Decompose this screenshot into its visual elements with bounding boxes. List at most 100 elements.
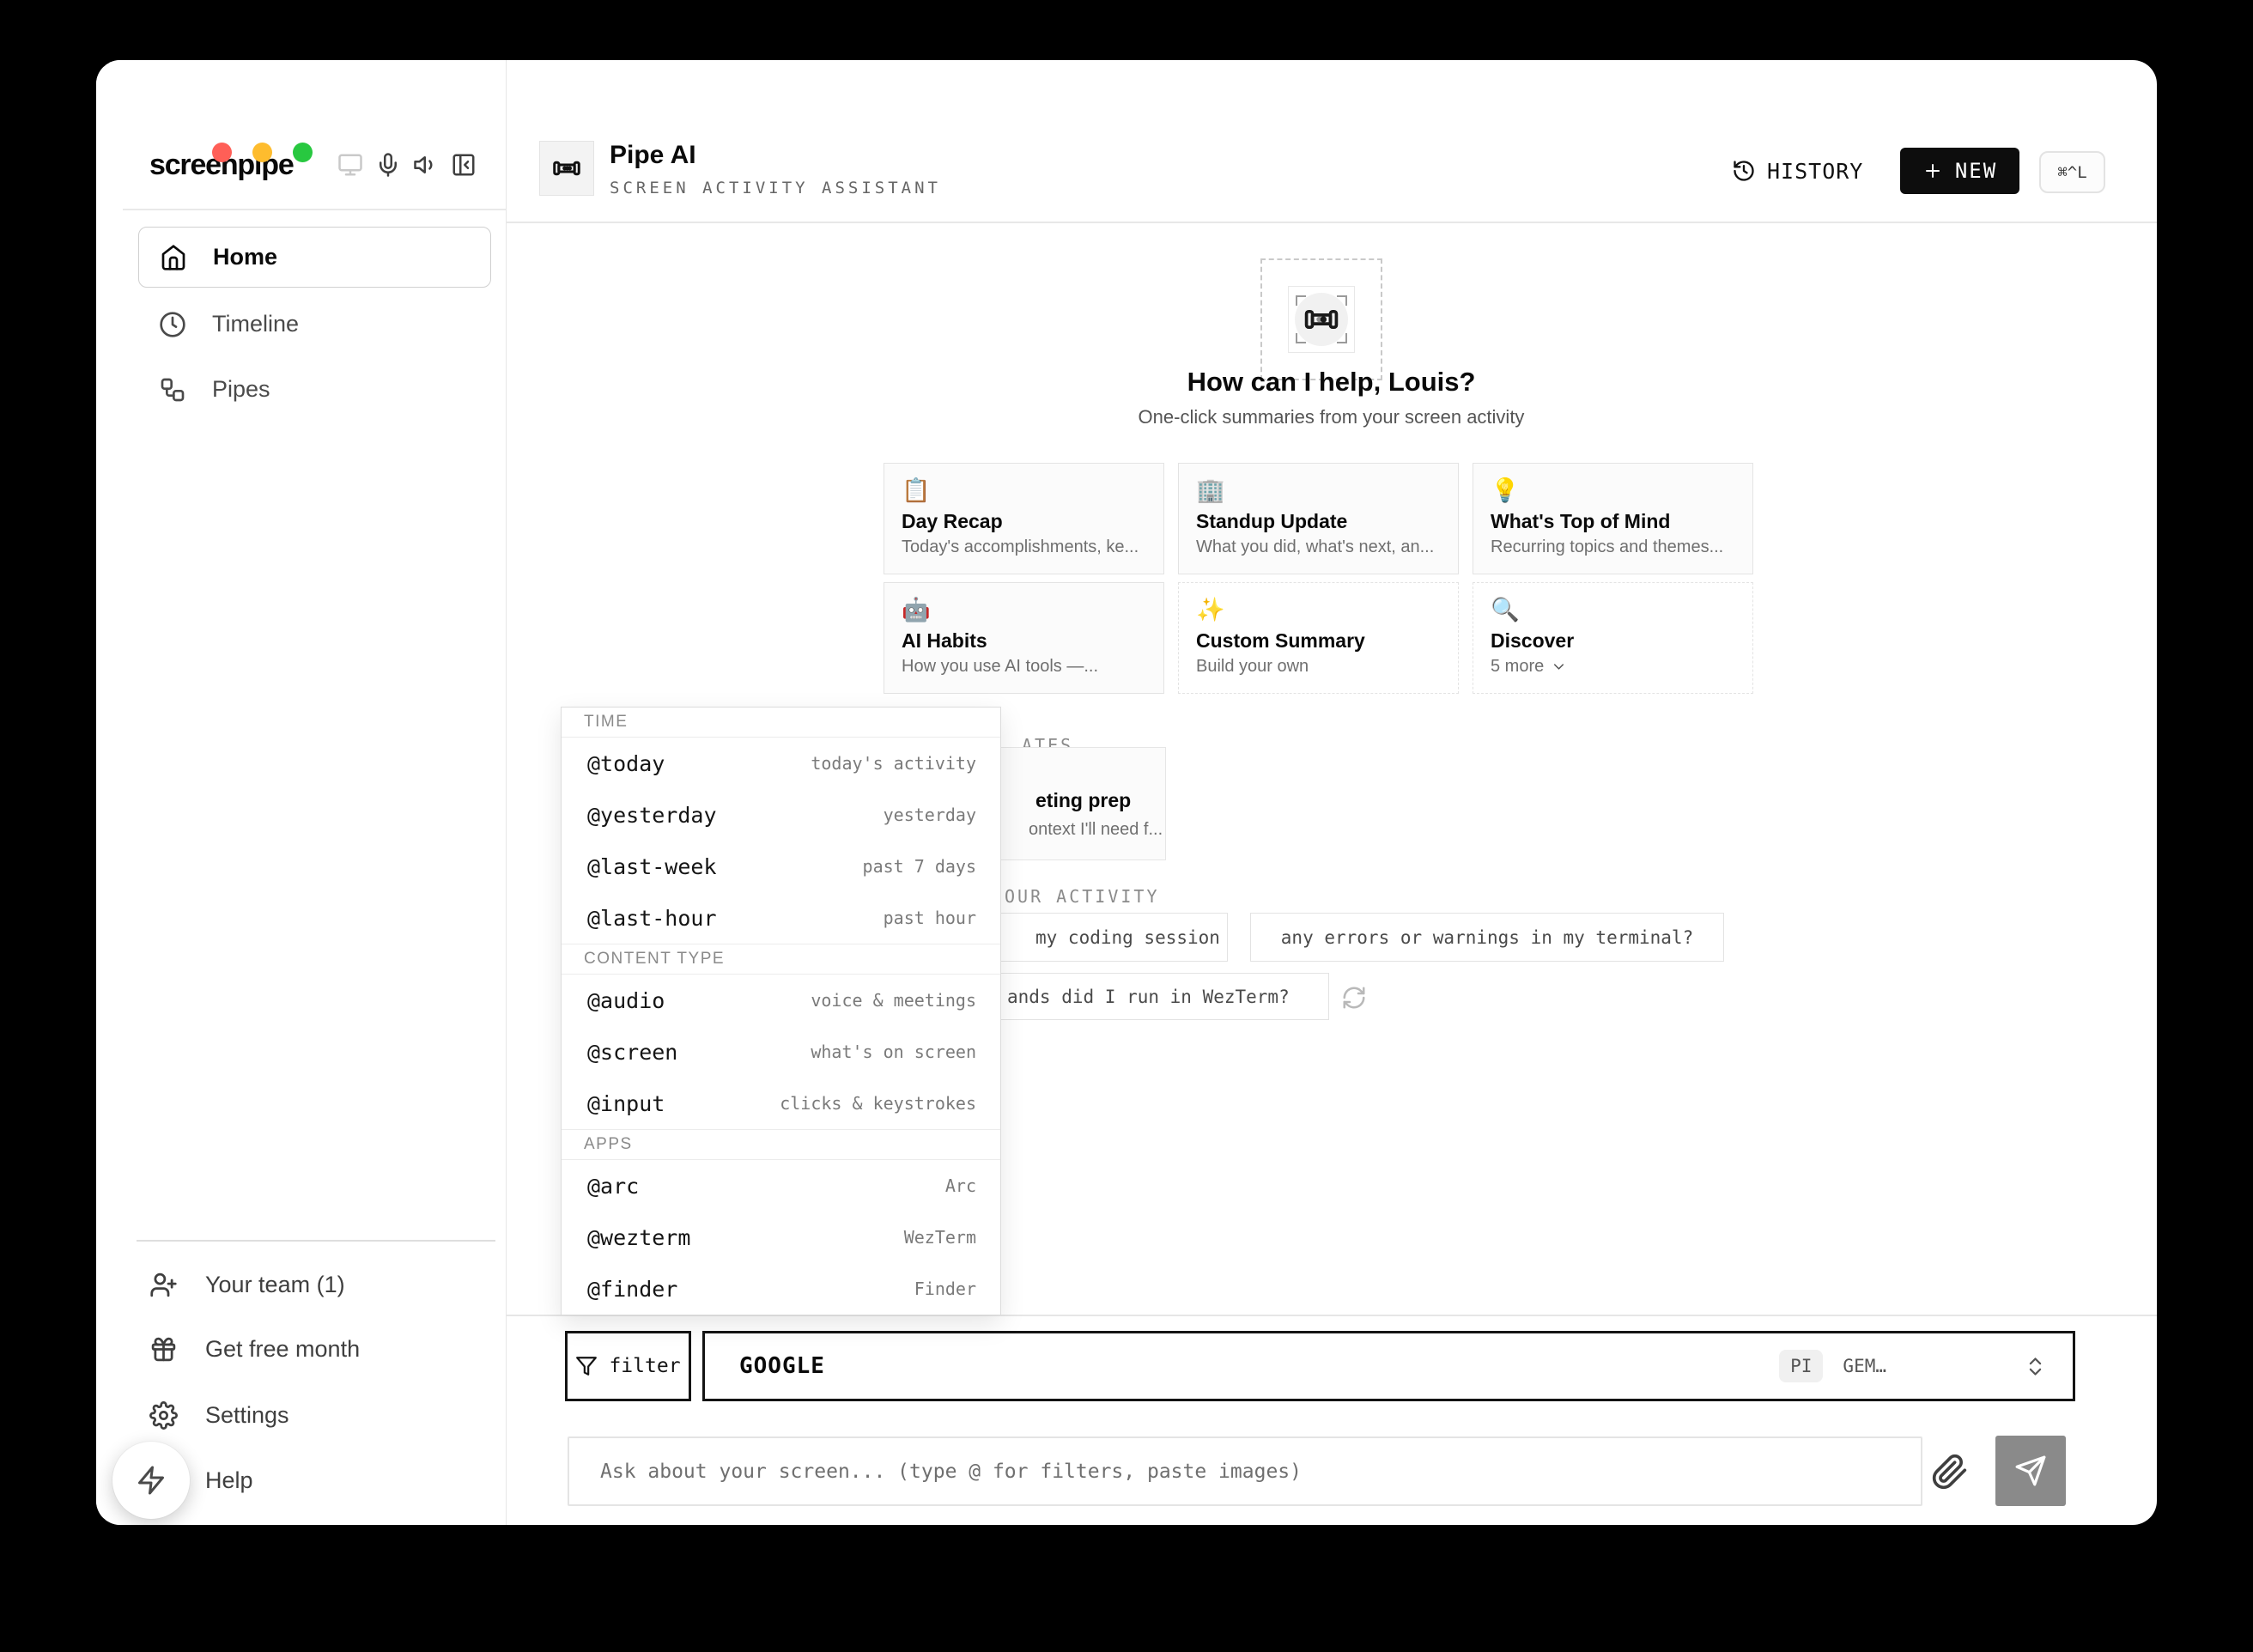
filter-section-apps: APPS @arcArc @weztermWezTerm @finderFind…: [562, 1129, 1000, 1315]
card-description: What you did, what's next, an...: [1196, 538, 1441, 557]
paperclip-icon: [1931, 1453, 1969, 1491]
summary-card-grid: 📋 Day Recap Today's accomplishments, ke.…: [884, 463, 1768, 694]
attach-file-button[interactable]: [1931, 1453, 1969, 1491]
suggestion-chip[interactable]: any errors or warnings in my terminal?: [1250, 913, 1724, 962]
card-standup-update[interactable]: 🏢 Standup Update What you did, what's ne…: [1178, 463, 1459, 574]
chevron-down-icon: [1551, 659, 1567, 675]
chevrons-up-down-icon: [2024, 1355, 2047, 1378]
filter-section-header: CONTENT TYPE: [562, 944, 1000, 975]
pipe-icon: [551, 153, 582, 184]
filter-option-wezterm[interactable]: @weztermWezTerm: [562, 1212, 1000, 1263]
card-description: Build your own: [1196, 657, 1441, 677]
robot-emoji-icon: 🤖: [902, 595, 1146, 624]
monitor-icon[interactable]: [337, 152, 363, 178]
history-button[interactable]: HISTORY: [1732, 148, 1863, 194]
assistant-avatar: [539, 141, 594, 196]
send-icon: [2014, 1455, 2047, 1487]
minimize-window-button[interactable]: [252, 143, 272, 162]
sidebar-item-label: Home: [213, 244, 277, 270]
model-selector[interactable]: PI GEM…: [1779, 1350, 2073, 1382]
gift-icon: [149, 1335, 178, 1364]
card-title: Discover: [1491, 629, 1735, 653]
card-day-recap[interactable]: 📋 Day Recap Today's accomplishments, ke.…: [884, 463, 1164, 574]
keyboard-shortcut-badge: ⌘^L: [2039, 151, 2105, 193]
filter-option-today[interactable]: @todaytoday's activity: [562, 738, 1000, 789]
card-title: AI Habits: [902, 629, 1146, 653]
filter-option-audio[interactable]: @audiovoice & meetings: [562, 975, 1000, 1026]
sparkles-emoji-icon: ✨: [1196, 595, 1441, 624]
pipe-icon: [1303, 301, 1340, 338]
send-button[interactable]: [1995, 1436, 2066, 1506]
refresh-suggestions-icon[interactable]: [1341, 985, 1367, 1011]
topbar-divider: [506, 222, 2157, 223]
assistant-hero-icon: [1260, 258, 1382, 380]
history-icon: [1732, 159, 1756, 183]
filter-section-header: APPS: [562, 1130, 1000, 1160]
traffic-lights: [212, 143, 313, 162]
card-title: Day Recap: [902, 510, 1146, 533]
filter-section-time: TIME @todaytoday's activity @yesterdayye…: [562, 708, 1000, 944]
sidebar-item-get-free-month[interactable]: Get free month: [149, 1323, 493, 1375]
query-value[interactable]: GOOGLE: [739, 1353, 825, 1379]
card-title: Custom Summary: [1196, 629, 1441, 653]
gear-icon: [149, 1401, 178, 1430]
sidebar-item-home[interactable]: Home: [138, 227, 491, 288]
close-window-button[interactable]: [212, 143, 232, 162]
card-description: How you use AI tools —...: [902, 657, 1146, 677]
magnifier-emoji-icon: 🔍: [1491, 595, 1735, 624]
sidebar-footer-divider: [137, 1240, 495, 1242]
filter-option-arc[interactable]: @arcArc: [562, 1160, 1000, 1212]
zoom-window-button[interactable]: [293, 143, 313, 162]
query-bar[interactable]: GOOGLE PI GEM…: [702, 1331, 2075, 1401]
card-title: What's Top of Mind: [1491, 510, 1735, 533]
card-whats-top-of-mind[interactable]: 💡 What's Top of Mind Recurring topics an…: [1473, 463, 1753, 574]
sidebar-divider: [123, 209, 506, 210]
page-title: Pipe AI: [610, 141, 696, 170]
sidebar-item-your-team[interactable]: Your team (1): [149, 1259, 493, 1310]
card-title: Standup Update: [1196, 510, 1441, 533]
sidebar: screenpipe Home Timeline Pipes Your team…: [96, 60, 507, 1525]
sidebar-item-pipes[interactable]: Pipes: [138, 359, 491, 420]
filter-option-input[interactable]: @inputclicks & keystrokes: [562, 1078, 1000, 1129]
greeting-heading: How can I help, Louis?: [506, 367, 2157, 398]
microphone-icon[interactable]: [375, 152, 401, 178]
plus-icon: [1922, 161, 1943, 181]
sidebar-item-timeline[interactable]: Timeline: [138, 294, 491, 355]
filter-option-last-week[interactable]: @last-weekpast 7 days: [562, 841, 1000, 892]
sidebar-item-help[interactable]: Help: [149, 1455, 493, 1506]
quick-action-fab[interactable]: [112, 1442, 190, 1519]
page-subtitle: SCREEN ACTIVITY ASSISTANT: [610, 179, 941, 197]
filter-option-finder[interactable]: @finderFinder: [562, 1263, 1000, 1315]
new-chat-button[interactable]: NEW: [1900, 148, 2019, 194]
speaker-icon[interactable]: [413, 152, 439, 178]
card-custom-summary[interactable]: ✨ Custom Summary Build your own: [1178, 582, 1459, 694]
building-emoji-icon: 🏢: [1196, 476, 1441, 505]
sidebar-item-settings[interactable]: Settings: [149, 1389, 493, 1441]
filter-option-yesterday[interactable]: @yesterdayyesterday: [562, 789, 1000, 841]
card-description: Recurring topics and themes...: [1491, 538, 1735, 557]
card-discover[interactable]: 🔍 Discover 5 more: [1473, 582, 1753, 694]
bulb-emoji-icon: 💡: [1491, 476, 1735, 505]
sidebar-item-label: Settings: [205, 1402, 289, 1429]
lightning-icon: [136, 1465, 167, 1496]
ask-input[interactable]: [568, 1436, 1922, 1506]
app-window: screenpipe Home Timeline Pipes Your team…: [96, 60, 2157, 1525]
template-card-desc-fragment: ontext I'll need f...: [1029, 820, 1163, 840]
template-card-title-fragment: eting prep: [1035, 789, 1131, 812]
filter-section-content-type: CONTENT TYPE @audiovoice & meetings @scr…: [562, 944, 1000, 1129]
filter-suggestions-popup: TIME @todaytoday's activity @yesterdayye…: [561, 707, 1001, 1315]
activity-section-label-fragment: OUR ACTIVITY: [1005, 886, 1160, 907]
filter-button[interactable]: filter: [565, 1331, 691, 1401]
suggestion-chip[interactable]: my coding session: [989, 913, 1228, 962]
clipboard-emoji-icon: 📋: [902, 476, 1146, 505]
filter-section-header: TIME: [562, 708, 1000, 738]
model-name: GEM…: [1843, 1356, 1886, 1376]
collapse-sidebar-icon[interactable]: [451, 152, 477, 178]
sidebar-item-label: Pipes: [212, 376, 270, 403]
user-plus-icon: [149, 1271, 178, 1299]
sidebar-item-label: Timeline: [212, 311, 299, 337]
filter-option-last-hour[interactable]: @last-hourpast hour: [562, 892, 1000, 944]
filter-option-screen[interactable]: @screenwhat's on screen: [562, 1026, 1000, 1078]
card-ai-habits[interactable]: 🤖 AI Habits How you use AI tools —...: [884, 582, 1164, 694]
greeting-tagline: One-click summaries from your screen act…: [506, 406, 2157, 428]
